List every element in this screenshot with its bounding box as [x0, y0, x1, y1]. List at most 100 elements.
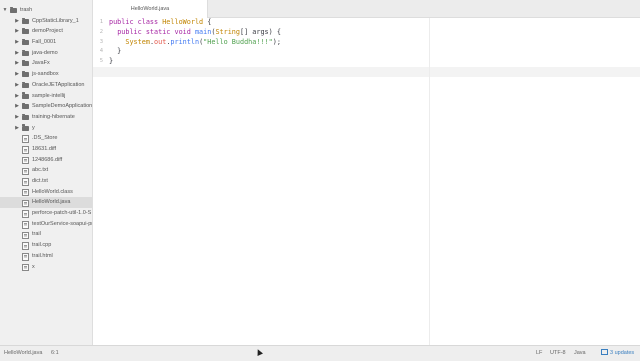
- chevron-right-icon[interactable]: ▶: [14, 69, 20, 80]
- status-bar: HelloWorld.java 6:1 LF UTF-8 Java 3 upda…: [0, 345, 640, 361]
- file-icon: [22, 220, 29, 229]
- tree-item-label: HelloWorld.class: [32, 188, 73, 195]
- status-encoding[interactable]: UTF-8: [550, 346, 566, 361]
- folder-icon: [22, 113, 29, 120]
- tree-file[interactable]: x: [0, 262, 92, 273]
- tree-file[interactable]: 18631.diff: [0, 144, 92, 155]
- tree-folder[interactable]: ▶ js-sandbox: [0, 69, 92, 80]
- tree-item-label: dict.txt: [32, 178, 48, 184]
- tree-folder[interactable]: ▶ CppStaticLibrary_1: [0, 16, 92, 27]
- tree-file[interactable]: dict.txt: [0, 176, 92, 187]
- status-updates[interactable]: 3 updates: [601, 346, 634, 361]
- tree-item-label: Fall_0001: [32, 39, 57, 46]
- code-area[interactable]: public class HelloWorld { public static …: [93, 18, 640, 77]
- code-token: {: [207, 18, 212, 26]
- tree-file[interactable]: abc.txt: [0, 165, 92, 176]
- chevron-right-icon[interactable]: ▶: [14, 80, 20, 91]
- tree-folder[interactable]: ▼ trash: [0, 5, 92, 16]
- tree-folder[interactable]: ▶ sample-intellij: [0, 91, 92, 102]
- chevron-right-icon[interactable]: ▶: [14, 91, 20, 102]
- tree-item-label: OracleJETApplication: [32, 81, 85, 88]
- chevron-right-icon[interactable]: ▶: [14, 37, 20, 48]
- code-token: HelloWorld: [162, 18, 208, 26]
- tree-file[interactable]: perforce-patch-util-1.0-S: [0, 208, 92, 219]
- tree-file[interactable]: trail.html: [0, 251, 92, 262]
- tree-file[interactable]: trail.cpp: [0, 240, 92, 251]
- line-number: 4: [99, 48, 103, 55]
- tree-file[interactable]: testOurService-soapui-pr: [0, 219, 92, 230]
- chevron-down-icon[interactable]: ▼: [2, 5, 8, 16]
- chevron-right-icon[interactable]: ▶: [14, 123, 20, 134]
- tree-folder[interactable]: ▶ SampleDemoApplication: [0, 101, 92, 112]
- chevron-right-icon[interactable]: ▶: [14, 16, 20, 27]
- tree-item-label: .DS_Store: [32, 135, 58, 142]
- chevron-right-icon[interactable]: ▶: [14, 48, 20, 59]
- code-line: System.out.println("Hello Buddha!!!");: [109, 38, 640, 48]
- file-icon: [22, 156, 29, 165]
- folder-icon: [22, 81, 29, 88]
- tab-helloworld-java[interactable]: HelloWorld.java: [93, 0, 208, 18]
- tree-file[interactable]: .DS_Store: [0, 133, 92, 144]
- tree-folder[interactable]: ▶ JavaFx: [0, 58, 92, 69]
- status-grammar[interactable]: Java: [574, 346, 586, 361]
- tab-bar: HelloWorld.java: [93, 0, 640, 18]
- text-editor[interactable]: 123456 public class HelloWorld { public …: [93, 18, 640, 345]
- file-icon: [22, 199, 29, 208]
- folder-icon: [22, 70, 29, 78]
- chevron-right-icon[interactable]: ▶: [14, 26, 20, 37]
- code-token: }: [109, 47, 122, 56]
- chevron-right-icon[interactable]: ▶: [14, 112, 20, 123]
- tree-folder[interactable]: ▶ java-demo: [0, 48, 92, 59]
- tree-folder[interactable]: ▶ demoProject: [0, 26, 92, 37]
- code-token: }: [109, 57, 114, 66]
- tree-folder[interactable]: ▶ y: [0, 123, 92, 134]
- code-token: "Hello Buddha!!!": [203, 37, 273, 46]
- tree-item-label: CppStaticLibrary_1: [32, 17, 79, 24]
- code-line: public class HelloWorld {: [109, 18, 640, 28]
- folder-icon: [22, 92, 29, 99]
- chevron-right-icon[interactable]: ▶: [14, 101, 20, 112]
- code-token: void: [174, 27, 195, 36]
- file-icon: [22, 253, 29, 261]
- tree-item-label: js-sandbox: [32, 71, 59, 78]
- tree-item-label: abc.txt: [32, 167, 49, 174]
- tree-item-label: training-hibernate: [32, 113, 75, 120]
- tree-item-label: JavaFx: [32, 60, 50, 67]
- code-line: }: [109, 47, 640, 57]
- file-icon: [22, 178, 29, 186]
- tree-folder[interactable]: ▶ OracleJETApplication: [0, 80, 92, 91]
- file-icon: [22, 135, 29, 144]
- tree-item-label: trail.html: [32, 252, 53, 259]
- folder-icon: [22, 38, 29, 46]
- tree-file[interactable]: 1248686.diff: [0, 155, 92, 166]
- status-line-ending[interactable]: LF: [536, 346, 542, 361]
- tree-file[interactable]: trail: [0, 229, 92, 240]
- code-token: );: [272, 37, 281, 46]
- file-icon: [22, 210, 29, 218]
- tree-item-label: trash: [20, 7, 33, 13]
- chevron-right-icon[interactable]: ▶: [14, 58, 20, 69]
- folder-icon: [22, 49, 29, 56]
- tree-view[interactable]: ▼ trash ▶ CppStaticLibrary_1 ▶ demoProject ▶ Fa…: [0, 0, 93, 345]
- code-token: [] args) {: [240, 27, 281, 36]
- tree-item-label: HelloWorld.java: [32, 199, 71, 206]
- tree-folder[interactable]: ▶ training-hibernate: [0, 112, 92, 123]
- tree-item-label: sample-intellij: [32, 92, 66, 99]
- tree-file[interactable]: HelloWorld.class: [0, 187, 92, 198]
- tree-item-label: y: [32, 124, 35, 131]
- code-token: println: [170, 37, 200, 46]
- file-icon: [22, 167, 29, 176]
- line-number: 5: [99, 58, 103, 65]
- code-line: }: [109, 57, 640, 67]
- file-icon: [22, 263, 29, 272]
- file-icon: [22, 242, 29, 250]
- tree-file[interactable]: HelloWorld.java: [0, 197, 92, 209]
- code-token: public: [117, 27, 146, 36]
- tree-folder[interactable]: ▶ Fall_0001: [0, 37, 92, 48]
- tree-item-label: demoProject: [32, 28, 63, 35]
- status-file-name[interactable]: HelloWorld.java: [4, 346, 42, 361]
- tree-item-label: trail.cpp: [32, 242, 52, 249]
- folder-icon: [22, 17, 29, 24]
- status-cursor-position[interactable]: 6:1: [51, 346, 59, 361]
